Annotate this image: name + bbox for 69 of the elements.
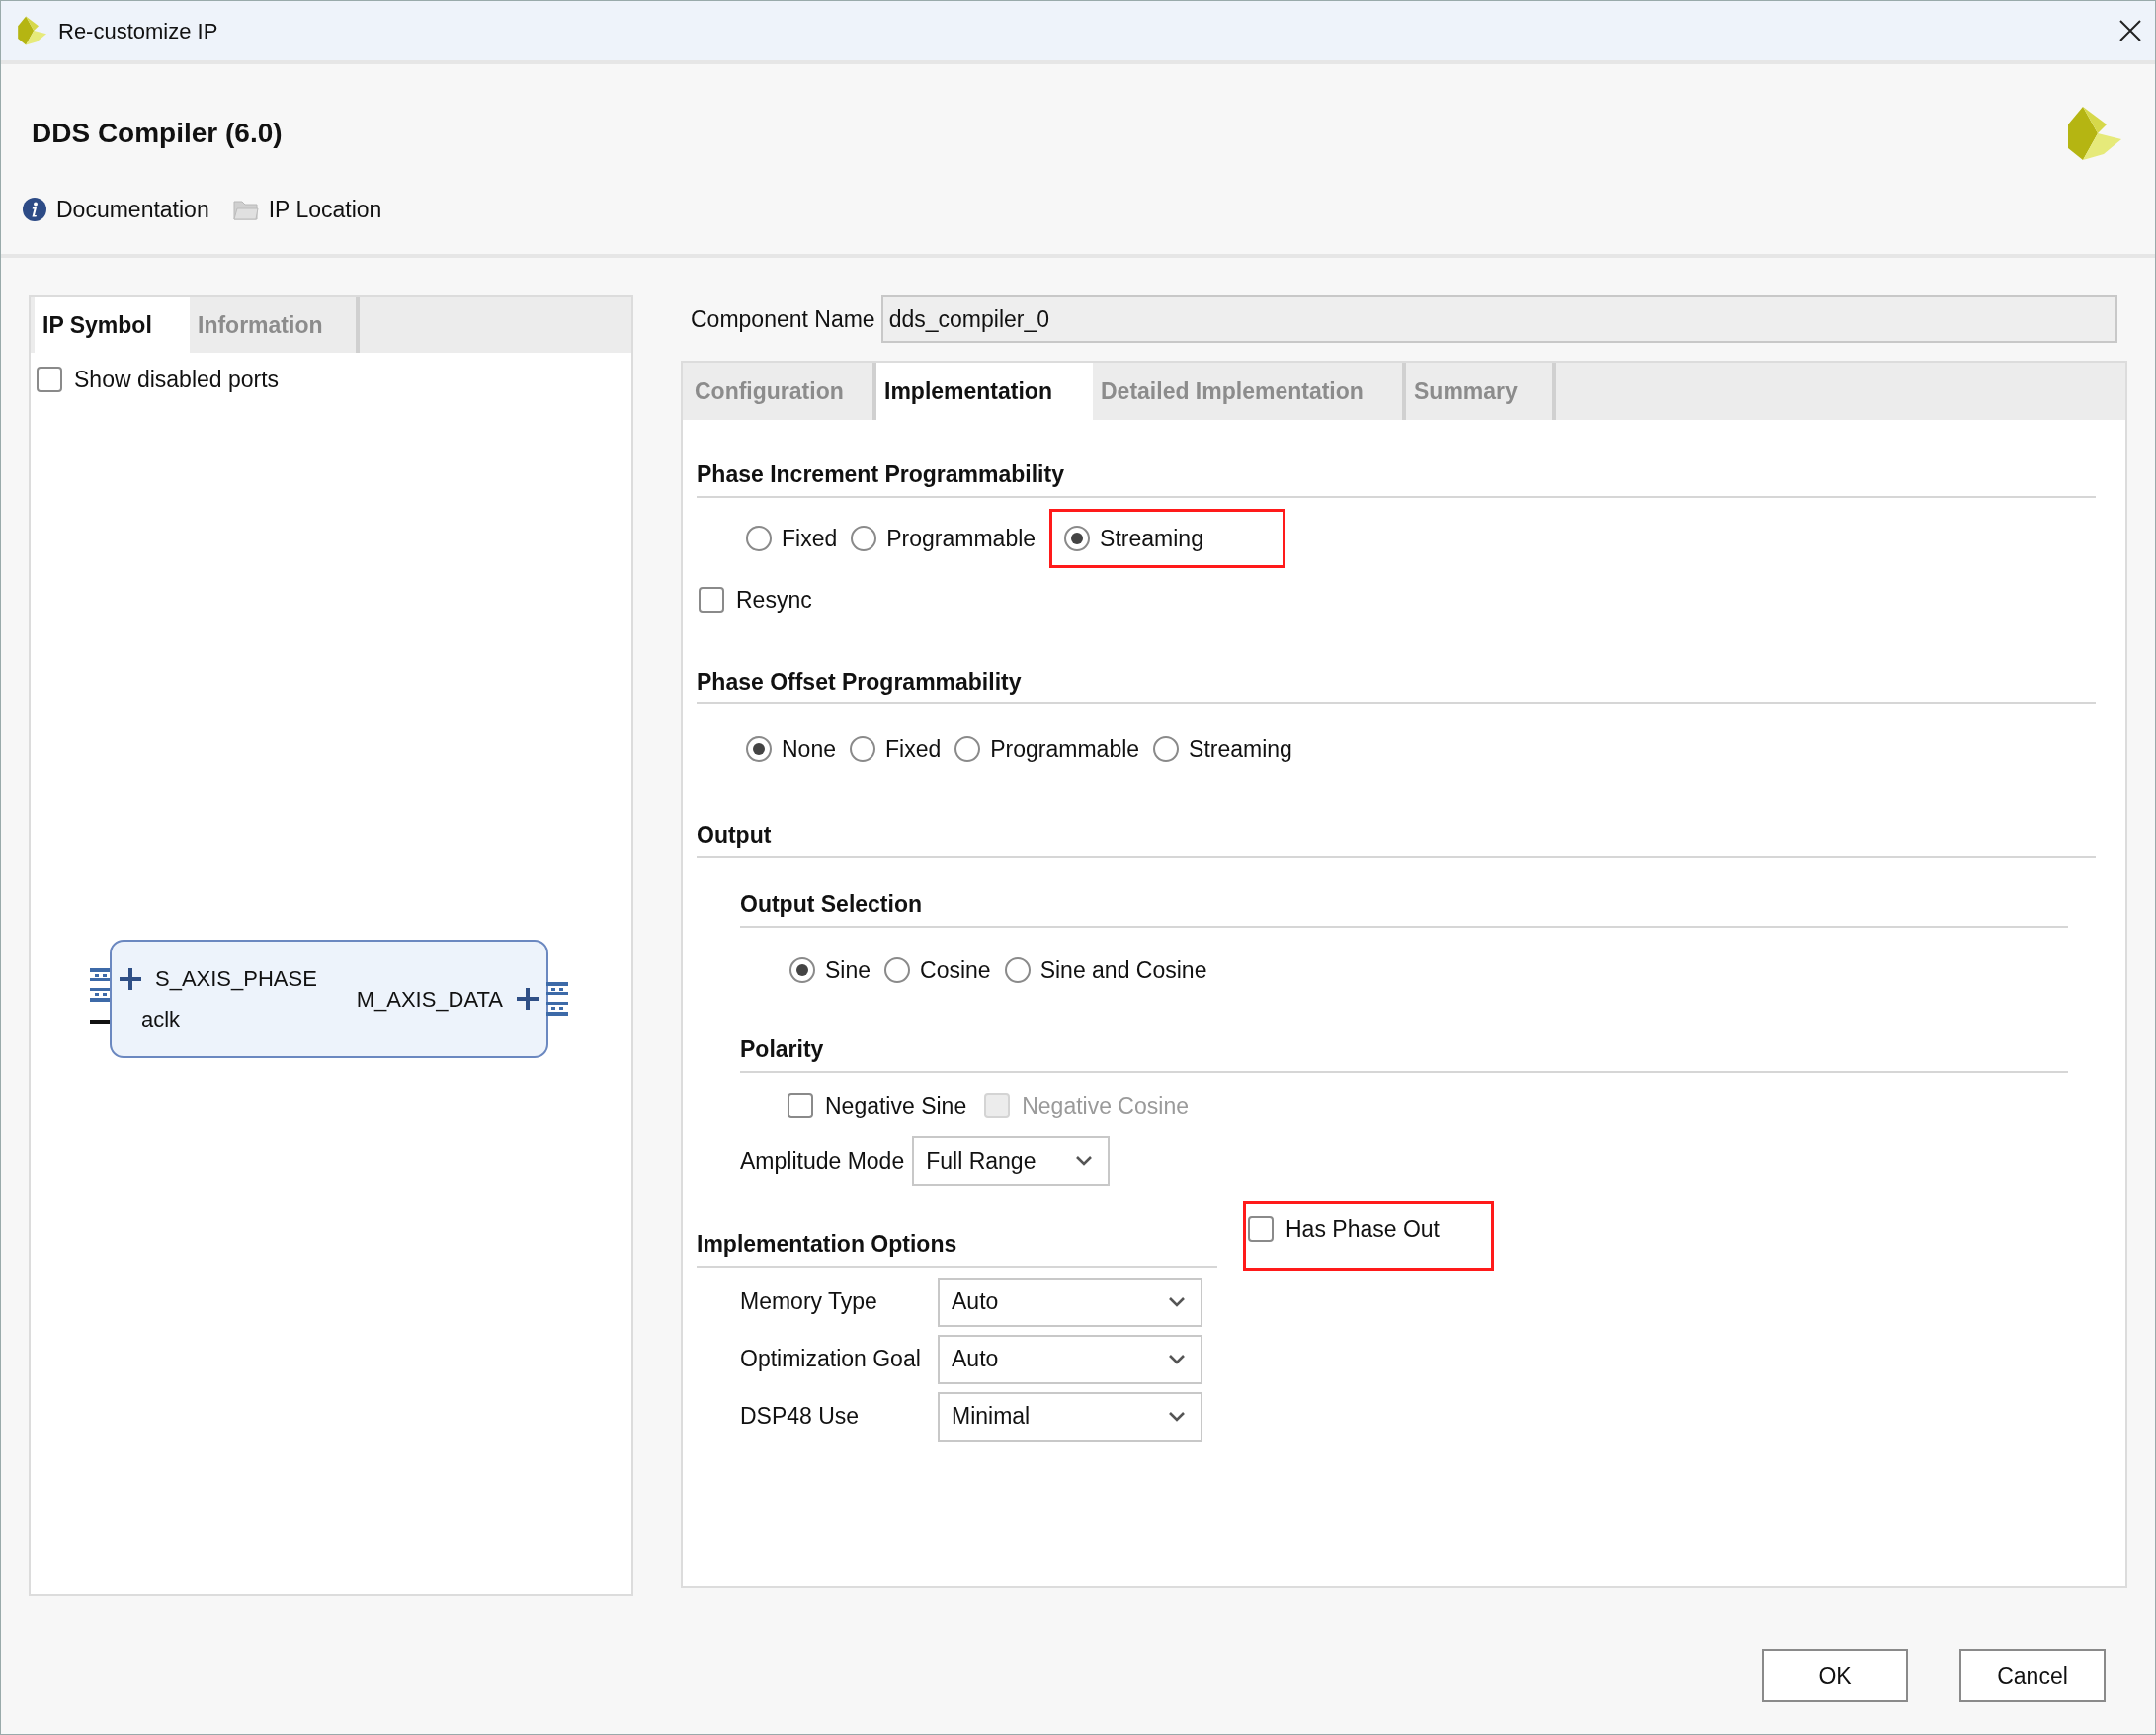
radio-label: Cosine: [920, 955, 991, 985]
field-label: Amplitude Mode: [740, 1146, 905, 1176]
radio-button[interactable]: [746, 736, 772, 763]
radio-label: Programmable: [886, 524, 1037, 553]
radio-button[interactable]: [850, 736, 875, 763]
port-label: aclk: [141, 1006, 181, 1033]
radio-label: Streaming: [1100, 524, 1203, 553]
section-heading: Implementation Options: [697, 1231, 957, 1257]
radio-button[interactable]: [746, 525, 772, 551]
dialog-button[interactable]: Cancel: [1959, 1649, 2106, 1702]
dropdown[interactable]: Full Range: [912, 1136, 1111, 1186]
radio-button[interactable]: [884, 956, 911, 983]
radio-label: None: [782, 735, 836, 764]
checkbox[interactable]: [37, 367, 62, 393]
chevron-down-icon: [1167, 1410, 1187, 1423]
folder-icon: [232, 199, 259, 221]
chevron-down-icon: [1167, 1353, 1187, 1365]
section-heading: Output Selection: [740, 891, 922, 917]
info-icon: [23, 198, 46, 222]
dialog-button[interactable]: OK: [1762, 1649, 1908, 1702]
radio-label: Programmable: [990, 735, 1140, 764]
field-label: Component Name: [691, 304, 875, 334]
field-label: Optimization Goal: [740, 1345, 922, 1374]
radio-label: Streaming: [1189, 735, 1292, 764]
header-link[interactable]: IP Location: [268, 193, 382, 227]
wire-port-icon: [90, 1020, 112, 1024]
plus-icon[interactable]: [517, 988, 539, 1010]
component-name-field[interactable]: dds_compiler_0: [880, 295, 2117, 343]
radio-button[interactable]: [1004, 956, 1031, 983]
radio-button[interactable]: [1153, 736, 1180, 763]
dropdown[interactable]: Auto: [938, 1334, 1202, 1384]
radio-button[interactable]: [954, 736, 981, 763]
radio-label: Sine: [825, 955, 871, 985]
ip-title: DDS Compiler (6.0): [32, 117, 283, 150]
checkbox-label: Resync: [736, 586, 812, 615]
checkbox-label: Show disabled ports: [74, 366, 280, 394]
radio-button[interactable]: [1064, 525, 1091, 551]
checkbox-label: Negative Sine: [825, 1091, 967, 1120]
settings-tab[interactable]: Implementation: [876, 363, 1093, 420]
bus-port-icon: [90, 968, 112, 1002]
section-heading: Output: [697, 821, 772, 848]
radio-label: Fixed: [782, 524, 838, 553]
radio-button[interactable]: [789, 956, 815, 983]
field-label: DSP48 Use: [740, 1402, 861, 1432]
checkbox[interactable]: [1248, 1216, 1274, 1243]
dropdown[interactable]: Minimal: [938, 1391, 1202, 1442]
plus-icon[interactable]: [120, 967, 141, 990]
checkbox[interactable]: [699, 587, 724, 614]
bus-port-icon: [546, 982, 568, 1016]
section-heading: Polarity: [740, 1036, 824, 1062]
chevron-down-icon: [1167, 1295, 1187, 1308]
checkbox[interactable]: [788, 1092, 813, 1118]
logo-icon: [15, 15, 46, 46]
section-heading: Phase Offset Programmability: [697, 668, 1022, 695]
port-label: S_AXIS_PHASE: [155, 965, 317, 993]
radio-label: Fixed: [885, 735, 942, 764]
radio-label: Sine and Cosine: [1039, 955, 1207, 985]
checkbox-label: Has Phase Out: [1285, 1215, 1440, 1244]
section-heading: Phase Increment Programmability: [697, 461, 1064, 487]
checkbox-label: Negative Cosine: [1022, 1091, 1189, 1120]
port-label: M_AXIS_DATA: [356, 985, 503, 1014]
dropdown[interactable]: Auto: [938, 1277, 1202, 1327]
close-icon[interactable]: [2119, 20, 2141, 41]
window-title: Re-customize IP: [58, 17, 218, 45]
header-link[interactable]: Documentation: [56, 193, 209, 227]
panel-tab[interactable]: IP Symbol: [35, 297, 190, 353]
radio-button[interactable]: [851, 525, 877, 551]
field-label: Memory Type: [740, 1287, 878, 1317]
chevron-down-icon: [1074, 1155, 1095, 1167]
